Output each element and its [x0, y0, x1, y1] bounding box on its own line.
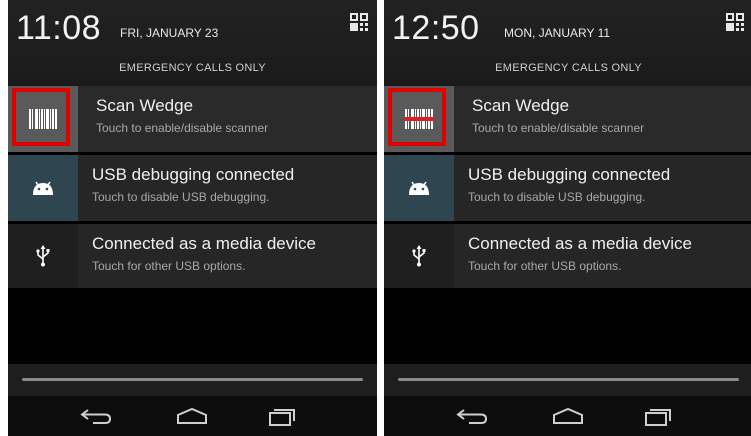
- notification-header: 11:08 FRI, JANUARY 23 EMERGENCY CALLS ON…: [8, 0, 377, 86]
- recent-apps-icon[interactable]: [638, 402, 678, 430]
- notification-subtitle: Touch to disable USB debugging.: [468, 190, 646, 204]
- notification-title: Connected as a media device: [92, 234, 316, 253]
- back-icon[interactable]: [76, 402, 116, 430]
- usb-icon: [384, 224, 454, 288]
- recent-apps-icon[interactable]: [262, 402, 302, 430]
- notification-media-device[interactable]: Connected as a media device Touch for ot…: [384, 224, 751, 288]
- highlight-box: [388, 88, 446, 146]
- handle-line: [22, 378, 363, 381]
- notification-header: 12:50 MON, JANUARY 11 EMERGENCY CALLS ON…: [384, 0, 751, 86]
- notification-title: USB debugging connected: [92, 165, 295, 184]
- notification-subtitle: Touch for other USB options.: [468, 259, 622, 273]
- clock: 12:50: [392, 9, 480, 47]
- phone-screen-right: 12:50 MON, JANUARY 11 EMERGENCY CALLS ON…: [384, 0, 751, 436]
- notification-title: Connected as a media device: [468, 234, 692, 253]
- notification-title: Scan Wedge: [96, 96, 194, 115]
- home-icon[interactable]: [172, 402, 212, 430]
- notification-usb-debugging[interactable]: USB debugging connected Touch to disable…: [8, 155, 377, 221]
- notification-title: Scan Wedge: [472, 96, 570, 115]
- network-status: EMERGENCY CALLS ONLY: [495, 62, 642, 74]
- home-icon[interactable]: [548, 402, 588, 430]
- notification-subtitle: Touch to enable/disable scanner: [96, 121, 269, 135]
- phone-screen-left: 11:08 FRI, JANUARY 23 EMERGENCY CALLS ON…: [8, 0, 377, 436]
- usb-icon: [8, 224, 78, 288]
- date-label: FRI, JANUARY 23: [120, 26, 219, 40]
- navigation-bar: [8, 396, 377, 436]
- notification-subtitle: Touch to disable USB debugging.: [92, 190, 270, 204]
- clock: 11:08: [16, 9, 102, 47]
- notification-media-device[interactable]: Connected as a media device Touch for ot…: [8, 224, 377, 288]
- notification-title: USB debugging connected: [468, 165, 671, 184]
- quick-settings-icon[interactable]: [725, 12, 745, 32]
- notification-subtitle: Touch to enable/disable scanner: [472, 121, 645, 135]
- notification-subtitle: Touch for other USB options.: [92, 259, 246, 273]
- date-label: MON, JANUARY 11: [504, 26, 611, 40]
- shade-drag-handle[interactable]: [8, 364, 377, 396]
- navigation-bar: [384, 396, 751, 436]
- highlight-box: [12, 88, 70, 146]
- notification-usb-debugging[interactable]: USB debugging connected Touch to disable…: [384, 155, 751, 221]
- android-icon: [8, 155, 78, 221]
- back-icon[interactable]: [452, 402, 492, 430]
- android-icon: [384, 155, 454, 221]
- shade-drag-handle[interactable]: [384, 364, 751, 396]
- network-status: EMERGENCY CALLS ONLY: [119, 62, 266, 74]
- handle-line: [398, 378, 739, 381]
- quick-settings-icon[interactable]: [349, 12, 369, 32]
